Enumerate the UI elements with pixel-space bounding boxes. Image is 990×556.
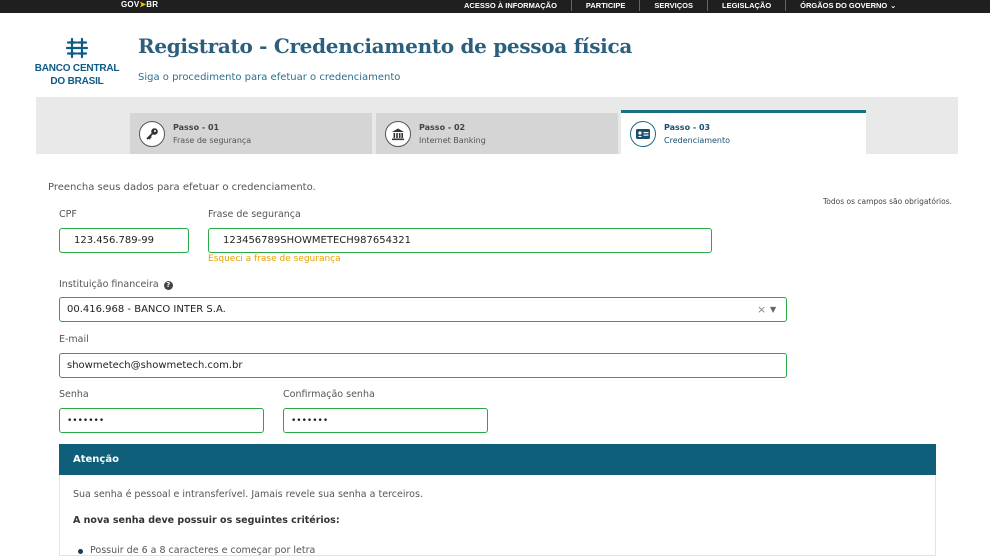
email-field[interactable]: showmetech@showmetech.com.br xyxy=(59,353,787,378)
email-label: E-mail xyxy=(59,334,89,345)
form-intro: Preencha seus dados para efetuar o crede… xyxy=(48,182,316,193)
gov-nav-orgaos-label: ÓRGÃOS DO GOVERNO xyxy=(800,0,888,10)
attention-header: Atenção xyxy=(59,444,936,475)
gov-nav-participe[interactable]: PARTICIPE xyxy=(572,0,641,11)
page-title: Registrato - Credenciamento de pessoa fí… xyxy=(138,34,633,58)
step-1-label: Frase de segurança xyxy=(173,135,252,145)
gov-nav-servicos[interactable]: SERVIÇOS xyxy=(640,0,708,11)
gov-nav-acesso[interactable]: ACESSO À INFORMAÇÃO xyxy=(450,0,572,11)
gov-nav-legislacao[interactable]: LEGISLAÇÃO xyxy=(708,0,787,11)
confirm-password-field[interactable]: ••••••• xyxy=(283,408,488,433)
criteria-item: Possuir de 6 a 8 caracteres e começar po… xyxy=(90,545,316,556)
forgot-phrase-link[interactable]: Esqueci a frase de segurança xyxy=(208,254,341,264)
step-2-number: Passo - 02 xyxy=(419,122,466,132)
bullet-icon xyxy=(78,549,83,554)
step-1[interactable]: Passo - 01 Frase de segurança xyxy=(130,113,372,154)
bcb-logo[interactable]: BANCO CENTRAL DO BRASIL xyxy=(34,37,120,87)
bcb-logo-line1: BANCO CENTRAL xyxy=(34,63,120,74)
clear-icon[interactable]: × xyxy=(757,303,766,316)
step-1-number: Passo - 01 xyxy=(173,122,220,132)
gov-nav-orgaos[interactable]: ÓRGÃOS DO GOVERNO ⌄ xyxy=(786,0,910,12)
password-field[interactable]: ••••••• xyxy=(59,408,264,433)
confirm-password-label: Confirmação senha xyxy=(283,389,375,400)
bank-icon xyxy=(385,120,411,147)
cpf-field[interactable]: 123.456.789-99 xyxy=(59,228,189,253)
phrase-label: Frase de segurança xyxy=(208,209,301,220)
gov-top-bar: GOV➤BR ACESSO À INFORMAÇÃO PARTICIPE SER… xyxy=(0,0,990,13)
help-icon[interactable]: ? xyxy=(163,280,173,290)
bcb-logo-line2: DO BRASIL xyxy=(50,76,104,87)
caret-down-icon[interactable]: ▼ xyxy=(770,303,776,317)
gov-br-logo[interactable]: GOV➤BR xyxy=(121,0,158,10)
institution-label: Instituição financeira xyxy=(59,279,159,290)
cpf-label: CPF xyxy=(59,209,77,220)
step-2-label: Internet Banking xyxy=(419,135,486,145)
attention-text: Sua senha é pessoal e intransferível. Ja… xyxy=(73,489,423,500)
page-subtitle: Siga o procedimento para efetuar o crede… xyxy=(138,72,401,83)
password-label: Senha xyxy=(59,389,89,400)
gov-nav: ACESSO À INFORMAÇÃO PARTICIPE SERVIÇOS L… xyxy=(450,0,910,11)
step-2[interactable]: Passo - 02 Internet Banking xyxy=(376,113,618,154)
gov-logo-suffix: BR xyxy=(146,0,159,9)
required-note: Todos os campos são obrigatórios. xyxy=(823,197,953,206)
institution-label-wrap: Instituição financeira ? xyxy=(59,279,173,290)
step-3-number: Passo - 03 xyxy=(664,122,711,132)
step-3-label: Credenciamento xyxy=(664,135,731,145)
institution-select[interactable]: 00.416.968 - BANCO INTER S.A. xyxy=(59,297,787,322)
chevron-down-icon: ⌄ xyxy=(890,2,897,10)
key-icon xyxy=(139,120,165,147)
gov-logo-text: GOV xyxy=(121,0,140,9)
step-3[interactable]: Passo - 03 Credenciamento xyxy=(621,110,866,154)
bcb-emblem-icon xyxy=(65,37,89,59)
security-phrase-field[interactable]: 123456789SHOWMETECH987654321 xyxy=(208,228,712,253)
criteria-title: A nova senha deve possuir os seguintes c… xyxy=(73,515,340,526)
id-card-icon xyxy=(630,120,656,147)
